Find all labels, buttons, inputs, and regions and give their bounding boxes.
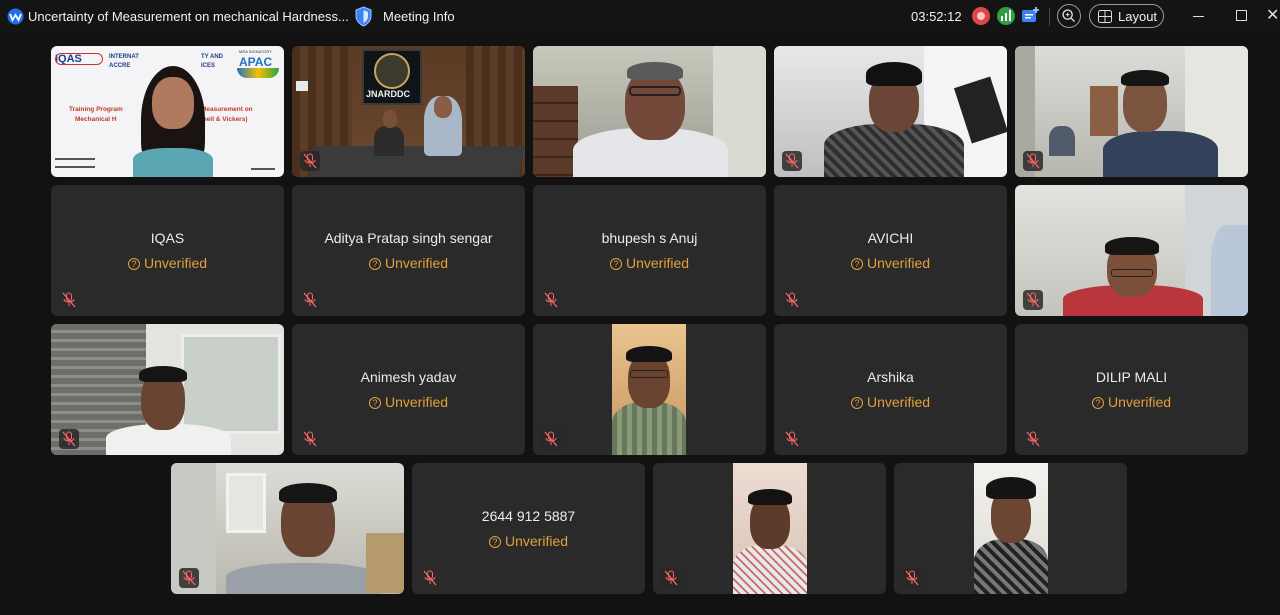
- meeting-title: Uncertainty of Measurement on mechanical…: [28, 9, 349, 24]
- participant-tile-arshika[interactable]: Arshika ? Unverified: [774, 324, 1007, 455]
- video-tile-participant-4[interactable]: [774, 46, 1007, 177]
- unverified-badge: ? Unverified: [1015, 394, 1248, 410]
- slide-heading-3: Mechanical H: [75, 116, 117, 123]
- participant-tile-animesh[interactable]: Animesh yadav ? Unverified: [292, 324, 525, 455]
- question-circle-icon: ?: [368, 258, 381, 270]
- mic-muted-icon: [541, 290, 561, 310]
- mic-muted-icon: [661, 568, 681, 588]
- meeting-timer: 03:52:12: [911, 9, 962, 24]
- video-tile-participant-5[interactable]: [1015, 46, 1248, 177]
- video-tile-conference-room[interactable]: JNARDDC: [292, 46, 525, 177]
- participant-tile-dilip[interactable]: DILIP MALI ? Unverified: [1015, 324, 1248, 455]
- participant-video: [733, 463, 807, 594]
- mic-muted-icon: [1023, 290, 1043, 310]
- maximize-button[interactable]: [1236, 10, 1247, 21]
- participant-video: [612, 324, 686, 455]
- participant-video: [171, 463, 404, 594]
- layout-button[interactable]: Layout: [1089, 4, 1164, 28]
- video-tile-participant-portrait-2[interactable]: [653, 463, 886, 594]
- grid-layout-icon: [1098, 10, 1112, 23]
- room-sign: JNARDDC: [366, 89, 411, 99]
- unverified-badge: ? Unverified: [292, 255, 525, 271]
- mic-muted-icon: [300, 151, 320, 171]
- video-tile-participant-red-shirt[interactable]: [1015, 185, 1248, 316]
- mic-muted-icon: [782, 290, 802, 310]
- video-tile-participant-portrait-3[interactable]: [894, 463, 1127, 594]
- share-icon[interactable]: [1021, 6, 1041, 24]
- video-tile-participant-3[interactable]: [533, 46, 766, 177]
- slide-org-text: INTERNAT: [109, 54, 139, 60]
- shield-icon[interactable]: [354, 6, 373, 27]
- question-circle-icon: ?: [609, 258, 622, 270]
- layout-label: Layout: [1118, 9, 1158, 24]
- participant-video: [1015, 185, 1248, 316]
- participant-name: AVICHI: [867, 230, 914, 246]
- participant-name: Aditya Pratap singh sengar: [324, 230, 493, 246]
- meeting-info-link[interactable]: Meeting Info: [383, 9, 455, 24]
- unverified-badge: ? Unverified: [774, 394, 1007, 410]
- mic-muted-icon: [902, 568, 922, 588]
- mic-muted-icon: [782, 429, 802, 449]
- magnifier-icon: [1062, 9, 1075, 22]
- unverified-badge: ? Unverified: [292, 394, 525, 410]
- mic-muted-icon: [1023, 429, 1043, 449]
- participant-name: bhupesh s Anuj: [601, 230, 698, 246]
- participant-name: IQAS: [150, 230, 185, 246]
- mic-muted-icon: [1023, 151, 1043, 171]
- close-button[interactable]: ✕: [1266, 6, 1280, 26]
- recording-icon[interactable]: [972, 7, 990, 25]
- slide-org-text-3: ACCRE: [109, 63, 131, 69]
- mic-muted-icon: [300, 429, 320, 449]
- participant-video: [533, 46, 766, 177]
- mic-muted-icon: [179, 568, 199, 588]
- unverified-badge: ? Unverified: [51, 255, 284, 271]
- presentation-slide: IQAS INTERNAT TY AND ACCRE ICES MRA SIGN…: [51, 46, 284, 177]
- participant-video: [974, 463, 1048, 594]
- video-tile-participant-window[interactable]: [51, 324, 284, 455]
- mic-muted-icon: [300, 290, 320, 310]
- minimize-button[interactable]: [1193, 16, 1204, 17]
- participant-video: [51, 324, 284, 455]
- unverified-badge: ? Unverified: [774, 255, 1007, 271]
- participant-video: [774, 46, 1007, 177]
- participant-name: Animesh yadav: [360, 369, 457, 385]
- question-circle-icon: ?: [368, 397, 381, 409]
- video-tile-presenter[interactable]: IQAS INTERNAT TY AND ACCRE ICES MRA SIGN…: [51, 46, 284, 177]
- slide-apac-logo: APAC: [239, 55, 273, 69]
- participant-tile-phone-number[interactable]: 2644 912 5887 ? Unverified: [412, 463, 645, 594]
- slide-mra-text: MRA SIGNATORY: [239, 49, 272, 54]
- question-circle-icon: ?: [1091, 397, 1104, 409]
- toolbar-divider: [1049, 8, 1050, 26]
- question-circle-icon: ?: [850, 397, 863, 409]
- participant-tile-iqas[interactable]: IQAS ? Unverified: [51, 185, 284, 316]
- participant-name: Arshika: [867, 369, 914, 385]
- network-status-icon[interactable]: [997, 7, 1015, 25]
- webex-logo-icon: [7, 8, 24, 25]
- title-bar: Uncertainty of Measurement on mechanical…: [0, 0, 1280, 34]
- mic-muted-icon: [420, 568, 440, 588]
- participant-name: 2644 912 5887: [481, 508, 576, 524]
- zoom-button[interactable]: [1057, 4, 1081, 28]
- mic-muted-icon: [59, 290, 79, 310]
- unverified-badge: ? Unverified: [533, 255, 766, 271]
- question-circle-icon: ?: [488, 536, 501, 548]
- room-video: JNARDDC: [292, 46, 525, 177]
- mic-muted-icon: [782, 151, 802, 171]
- participant-name: DILIP MALI: [1095, 369, 1168, 385]
- question-circle-icon: ?: [850, 258, 863, 270]
- question-circle-icon: ?: [127, 258, 140, 270]
- slide-heading-1: Training Program: [69, 106, 123, 113]
- participant-tile-aditya[interactable]: Aditya Pratap singh sengar ? Unverified: [292, 185, 525, 316]
- unverified-badge: ? Unverified: [412, 533, 645, 549]
- mic-muted-icon: [59, 429, 79, 449]
- video-tile-participant-office[interactable]: [171, 463, 404, 594]
- participant-tile-bhupesh[interactable]: bhupesh s Anuj ? Unverified: [533, 185, 766, 316]
- presenter-person: [133, 64, 213, 177]
- video-tile-participant-portrait-1[interactable]: [533, 324, 766, 455]
- slide-org-text-2: TY AND: [201, 54, 224, 60]
- participant-tile-avichi[interactable]: AVICHI ? Unverified: [774, 185, 1007, 316]
- mic-muted-icon: [541, 429, 561, 449]
- participant-video: [1015, 46, 1248, 177]
